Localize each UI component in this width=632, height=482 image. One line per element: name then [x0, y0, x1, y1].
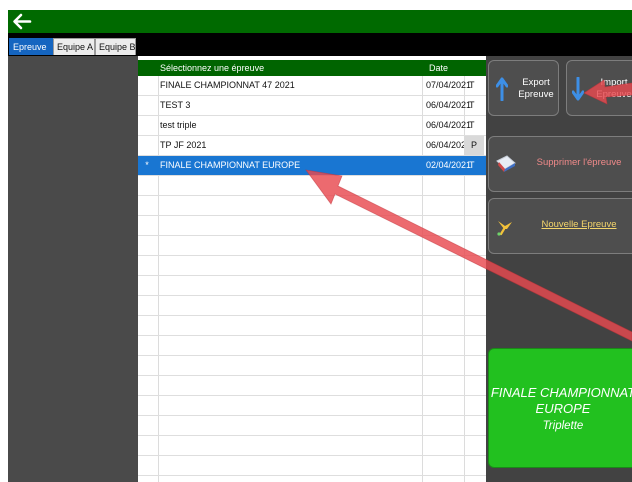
- cell-date: 02/04/2021: [426, 160, 472, 170]
- cell-name: FINALE CHAMPIONNAT EUROPE: [160, 160, 301, 170]
- delete-epreuve-button[interactable]: Supprimer l'épreuve: [488, 136, 632, 192]
- tab-equipe-b[interactable]: Equipe B: [95, 38, 136, 55]
- new-epreuve-button[interactable]: Nouvelle Epreuve: [488, 198, 632, 254]
- table-row-empty: [138, 216, 486, 236]
- grid-header: Sélectionnez une épreuve Date: [138, 60, 486, 76]
- table-row-empty: [138, 456, 486, 476]
- back-arrow-icon[interactable]: [10, 11, 34, 32]
- table-row-empty: [138, 376, 486, 396]
- table-row[interactable]: * FINALE CHAMPIONNAT EUROPE 02/04/2021 T: [138, 156, 486, 176]
- arrow-down-icon: [572, 77, 584, 101]
- tab-equipe-a[interactable]: Equipe A: [53, 38, 95, 55]
- table-row-empty: [138, 276, 486, 296]
- table-row-empty: [138, 236, 486, 256]
- cell-date: 07/04/2021: [426, 80, 472, 90]
- table-row-empty: [138, 416, 486, 436]
- table-row-empty: [138, 296, 486, 316]
- delete-epreuve-label: Supprimer l'épreuve: [536, 157, 622, 168]
- grid-body: FINALE CHAMPIONNAT 47 2021 07/04/2021 T …: [138, 76, 486, 476]
- selected-epreuve-summary: FINALE CHAMPIONNAT EUROPE Triplette: [488, 348, 632, 468]
- import-label-line1: Import: [600, 77, 628, 88]
- action-panel: Export Epreuve Import Epreuve Supprimer …: [486, 56, 632, 482]
- table-row-empty: [138, 196, 486, 216]
- table-row-empty: [138, 176, 486, 196]
- cell-name: FINALE CHAMPIONNAT 47 2021: [160, 80, 295, 90]
- epreuve-grid[interactable]: Sélectionnez une épreuve Date FINALE CHA…: [138, 56, 486, 482]
- cell-type: T: [469, 120, 475, 130]
- table-row[interactable]: TEST 3 06/04/2021 T: [138, 96, 486, 116]
- table-row-empty: [138, 316, 486, 336]
- cell-type: T: [469, 80, 475, 90]
- column-header-date[interactable]: Date: [429, 60, 448, 76]
- export-epreuve-button[interactable]: Export Epreuve: [488, 60, 559, 116]
- cell-type: T: [469, 160, 475, 170]
- export-label-line2: Epreuve: [518, 89, 554, 100]
- cell-type: P: [464, 136, 485, 155]
- table-row-empty: [138, 256, 486, 276]
- summary-type: Triplette: [542, 420, 584, 432]
- table-row-empty: [138, 356, 486, 376]
- title-bar: [8, 10, 632, 33]
- row-marker: *: [145, 160, 149, 170]
- cell-date: 06/04/2021: [426, 100, 472, 110]
- cell-type: T: [469, 100, 475, 110]
- export-label-line1: Export: [522, 77, 550, 88]
- table-row[interactable]: test triple 06/04/2021 T: [138, 116, 486, 136]
- import-epreuve-button[interactable]: Import Epreuve: [566, 60, 632, 116]
- column-header-name[interactable]: Sélectionnez une épreuve: [160, 60, 264, 76]
- cell-name: TP JF 2021: [160, 140, 207, 150]
- summary-title-line2: EUROPE: [535, 401, 591, 416]
- table-row-empty: [138, 396, 486, 416]
- eraser-icon: [496, 155, 516, 172]
- cell-date: 06/04/2021: [426, 120, 472, 130]
- table-row[interactable]: FINALE CHAMPIONNAT 47 2021 07/04/2021 T: [138, 76, 486, 96]
- table-row[interactable]: TP JF 2021 06/04/2021 P: [138, 136, 486, 156]
- new-epreuve-label: Nouvelle Epreuve: [541, 219, 617, 230]
- app-window: Epreuve Equipe A Equipe B Sélectionnez u…: [8, 10, 632, 482]
- table-row-empty: [138, 336, 486, 356]
- import-label-line2: Epreuve: [596, 89, 632, 100]
- cell-name: test triple: [160, 120, 197, 130]
- tab-bar: Epreuve Equipe A Equipe B: [8, 33, 632, 56]
- magic-wand-icon: [497, 221, 512, 236]
- arrow-up-icon: [496, 77, 508, 101]
- tab-epreuve[interactable]: Epreuve: [9, 38, 53, 55]
- left-panel: [8, 56, 138, 482]
- cell-name: TEST 3: [160, 100, 191, 110]
- summary-title-line1: FINALE CHAMPIONNAT: [490, 385, 632, 400]
- table-row-empty: [138, 436, 486, 456]
